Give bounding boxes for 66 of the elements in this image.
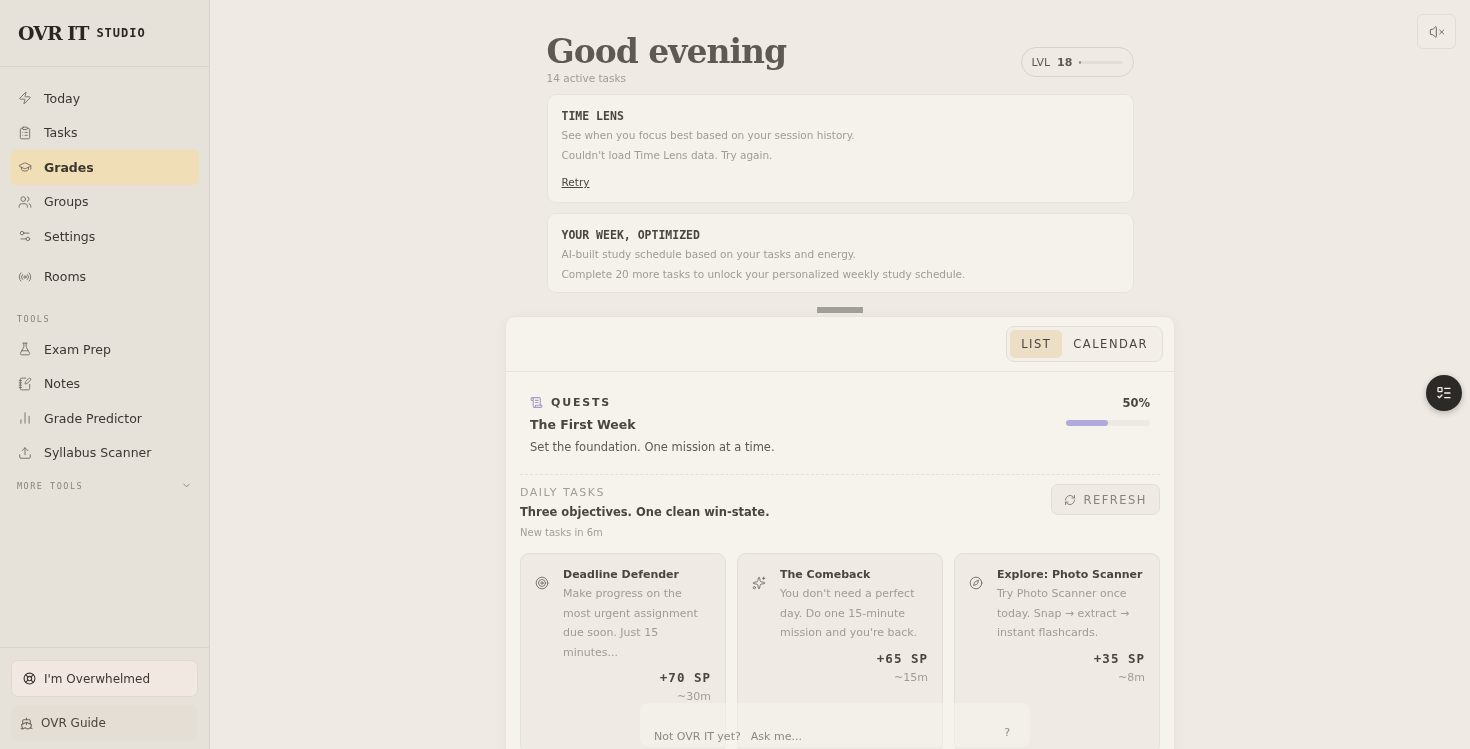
daily-tasks-heading: DAILY TASKS xyxy=(520,486,606,499)
nav-item[interactable]: Tasks xyxy=(10,115,199,150)
compass-icon xyxy=(969,576,983,590)
card-title: YOUR WEEK, OPTIMIZED xyxy=(561,228,701,242)
nav-item[interactable]: Syllabus Scanner xyxy=(10,435,199,470)
quest-percent: 50% xyxy=(1122,396,1150,410)
points-value: +35 SP xyxy=(1093,650,1145,666)
task-description: Try Photo Scanner once today. Snap → extract → instant flashcards. xyxy=(997,586,1131,641)
graduation-cap-icon xyxy=(18,160,32,175)
time-estimate: ~8m xyxy=(1118,670,1145,684)
lifebuoy-icon xyxy=(23,672,36,685)
people-icon xyxy=(18,194,32,209)
card-text: Complete 20 more tasks to unlock your personalized weekly study schedule. xyxy=(561,268,967,280)
card-text: See when you focus best based on your session history. xyxy=(561,129,856,141)
view-tab[interactable]: CALENDAR xyxy=(1062,330,1159,358)
active-tasks-count: 14 active tasks xyxy=(546,72,628,84)
nav-item[interactable]: Rooms xyxy=(10,259,199,294)
nav-item[interactable]: Notes xyxy=(10,366,199,401)
time-estimate: ~15m xyxy=(894,670,928,684)
nav-item[interactable]: Exam Prep xyxy=(10,332,199,367)
points-value: +70 SP xyxy=(659,670,711,685)
daily-tasks-title: Three objectives. One clean win-state. xyxy=(520,505,770,519)
logo-title: OVR IT xyxy=(18,22,89,44)
nav-item[interactable]: Settings xyxy=(10,219,199,254)
overwhelmed-button[interactable]: I'm Overwhelmed xyxy=(11,660,198,697)
task-title: Explore: Photo Scanner xyxy=(997,568,1144,581)
flask-icon xyxy=(18,342,32,357)
bar-chart-icon xyxy=(18,411,32,426)
nav-item[interactable]: Groups xyxy=(10,184,199,219)
mute-icon xyxy=(1428,23,1445,40)
new-tasks-note: New tasks in 6m xyxy=(520,527,604,538)
task-title: Deadline Defender xyxy=(563,568,680,581)
task-description: Make progress on the most urgent assignment due soon. Just 15 minutes... xyxy=(563,586,699,661)
mute-button[interactable] xyxy=(1417,14,1456,49)
sliders-icon xyxy=(18,229,32,244)
card-text: AI-built study schedule based on your tasks and energy. xyxy=(561,248,857,260)
scroll-icon xyxy=(530,396,543,409)
nav-item[interactable]: Today xyxy=(10,81,199,116)
section-heading: TOOLS xyxy=(17,314,51,324)
sparkle-icon xyxy=(752,576,766,590)
refresh-icon xyxy=(1064,493,1077,506)
nav-item[interactable]: Grades xyxy=(10,150,199,185)
card-title: TIME LENS xyxy=(561,109,625,123)
retry-link[interactable]: Retry xyxy=(561,176,590,188)
quests-heading: QUESTS xyxy=(551,396,611,409)
nav-item[interactable]: Grade Predictor xyxy=(10,401,199,436)
bolt-icon xyxy=(18,91,32,106)
card-text: Couldn't load Time Lens data. Try again. xyxy=(561,149,774,161)
task-list-button[interactable] xyxy=(1426,375,1462,411)
logo-subtitle: STUDIO xyxy=(96,26,146,40)
task-title: The Comeback xyxy=(780,568,872,581)
greeting-title: Good evening xyxy=(546,32,787,72)
notepad-icon xyxy=(18,376,32,391)
checklist-icon xyxy=(1436,385,1452,401)
broadcast-icon xyxy=(18,269,32,284)
upload-icon xyxy=(18,445,32,460)
clipboard-icon xyxy=(18,125,32,140)
boat-icon xyxy=(20,716,33,730)
guide-button[interactable]: OVR Guide xyxy=(11,705,198,741)
task-description: You don't need a perfect day. Do one 15-minute mission and you're back. xyxy=(780,586,919,641)
view-tab[interactable]: LIST xyxy=(1010,330,1063,358)
points-value: +65 SP xyxy=(876,650,928,666)
time-estimate: ~30m xyxy=(677,690,711,703)
target-icon xyxy=(535,576,549,590)
quest-title: The First Week xyxy=(530,417,637,432)
quest-description: Set the foundation. One mission at a time. xyxy=(530,440,775,454)
